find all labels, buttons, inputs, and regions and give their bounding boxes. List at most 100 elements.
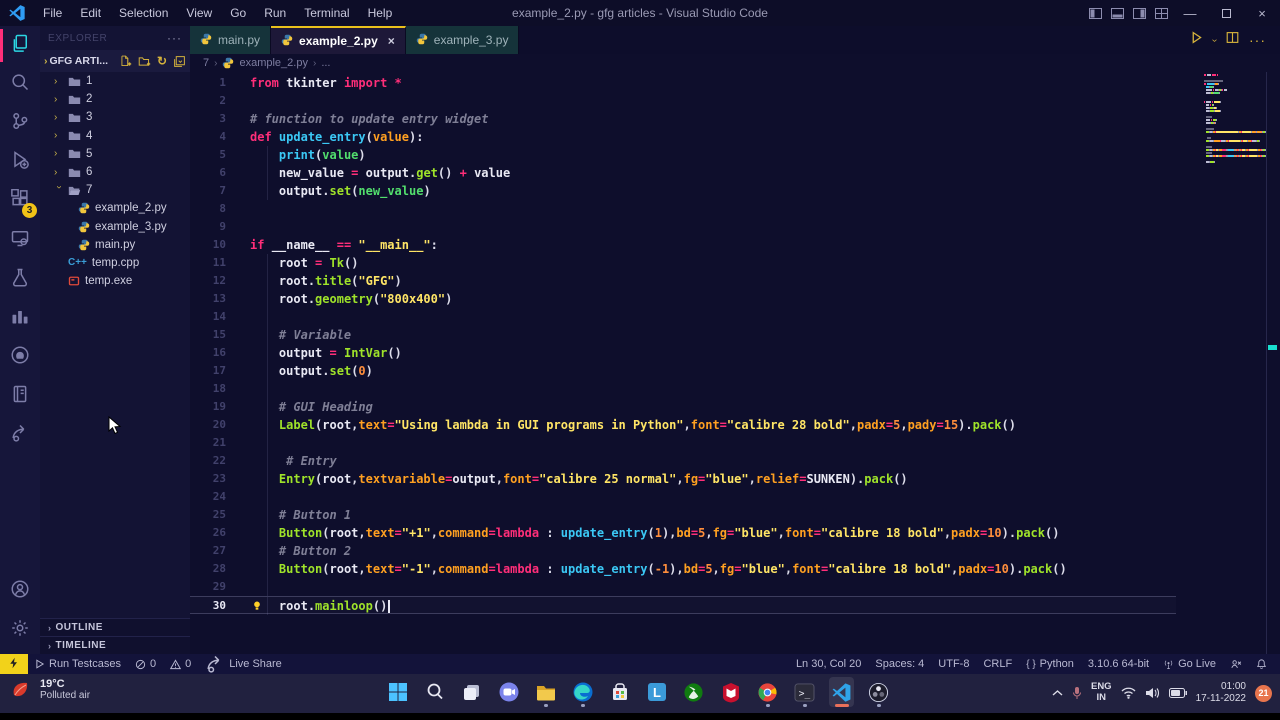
chevron-up-icon[interactable] <box>1052 689 1063 697</box>
tree-folder-5[interactable]: ›5 <box>40 145 190 163</box>
close-icon[interactable]: × <box>1244 0 1280 26</box>
code-editor[interactable]: 1from tkinter import *23# function to up… <box>190 72 1176 614</box>
taskbar-store[interactable] <box>607 677 632 707</box>
battery-icon[interactable] <box>1169 688 1187 698</box>
tree-folder-2[interactable]: ›2 <box>40 90 190 108</box>
taskbar-xbox[interactable] <box>681 677 706 707</box>
menu-help[interactable]: Help <box>359 0 402 26</box>
more-actions-icon[interactable]: ··· <box>1249 32 1266 48</box>
lightbulb-icon[interactable] <box>252 601 262 611</box>
menu-run[interactable]: Run <box>255 0 295 26</box>
taskbar-search[interactable] <box>422 677 447 707</box>
status-0[interactable]: 0 <box>163 654 198 674</box>
status-go-live[interactable]: Go Live <box>1156 654 1223 674</box>
activity-insights[interactable] <box>0 299 40 338</box>
taskbar-chrome[interactable] <box>755 677 780 707</box>
status-live-share[interactable]: Live Share <box>198 654 289 674</box>
refresh-icon[interactable]: ↻ <box>157 54 167 68</box>
tree-folder-3[interactable]: ›3 <box>40 108 190 126</box>
tree-folder-6[interactable]: ›6 <box>40 163 190 181</box>
status-python[interactable]: { }Python <box>1019 654 1081 674</box>
status-0[interactable]: 0 <box>128 654 163 674</box>
panel-outline[interactable]: ›OUTLINE <box>40 618 190 636</box>
taskbar-vscode[interactable] <box>829 677 854 707</box>
language-indicator[interactable]: ENG IN <box>1091 682 1112 704</box>
taskbar-mcafee[interactable] <box>718 677 743 707</box>
menu-selection[interactable]: Selection <box>110 0 177 26</box>
customize-layout-icon[interactable] <box>1150 0 1172 26</box>
clock[interactable]: 01:00 17-11-2022 <box>1196 681 1246 706</box>
status-person-x-icon[interactable] <box>1223 654 1249 674</box>
activity-settings[interactable] <box>0 611 40 650</box>
run-dropdown-icon[interactable]: › <box>1209 38 1220 41</box>
tree-file-example_2.py[interactable]: example_2.py <box>40 199 190 217</box>
minimize-icon[interactable]: — <box>1172 0 1208 26</box>
taskbar-file-explorer[interactable] <box>533 677 558 707</box>
workspace-section-header[interactable]: › GFG ARTI... ↻ <box>40 50 190 72</box>
panel-timeline[interactable]: ›TIMELINE <box>40 636 190 654</box>
breadcrumb-item[interactable]: 7 <box>203 57 209 69</box>
activity-source-control[interactable] <box>0 104 40 143</box>
sidebar-more-icon[interactable]: ··· <box>167 31 182 45</box>
menu-go[interactable]: Go <box>221 0 255 26</box>
breadcrumb[interactable]: 7›example_2.py›... <box>190 54 1280 72</box>
notification-badge[interactable]: 21 <box>1255 685 1272 702</box>
tab-example_3.py[interactable]: example_3.py <box>406 26 520 54</box>
close-tab-icon[interactable]: × <box>388 34 395 48</box>
taskbar-chat[interactable] <box>496 677 521 707</box>
activity-github[interactable] <box>0 338 40 377</box>
tab-main.py[interactable]: main.py <box>190 26 271 54</box>
tab-example_2.py[interactable]: example_2.py× <box>271 26 406 54</box>
menu-view[interactable]: View <box>177 0 221 26</box>
activity-live-share[interactable] <box>0 416 40 455</box>
toggle-secondary-sidebar-icon[interactable] <box>1128 0 1150 26</box>
status-ln-30-col-20[interactable]: Ln 30, Col 20 <box>789 654 868 674</box>
toggle-panel-icon[interactable] <box>1106 0 1128 26</box>
activity-remote-explorer[interactable] <box>0 221 40 260</box>
menu-terminal[interactable]: Terminal <box>295 0 358 26</box>
new-folder-icon[interactable] <box>138 55 151 68</box>
activity-run-and-debug[interactable] <box>0 143 40 182</box>
status-run-testcases[interactable]: Run Testcases <box>28 654 128 674</box>
tree-folder-1[interactable]: ›1 <box>40 72 190 90</box>
taskbar-obs[interactable] <box>866 677 891 707</box>
volume-icon[interactable] <box>1145 687 1160 699</box>
tree-file-example_3.py[interactable]: example_3.py <box>40 218 190 236</box>
collapse-all-icon[interactable] <box>173 55 186 68</box>
minimap[interactable] <box>1204 74 1266 164</box>
taskbar-linkedin[interactable]: L <box>644 677 669 707</box>
remote-indicator[interactable] <box>0 654 28 674</box>
status-3-10-6-64-bit[interactable]: 3.10.6 64-bit <box>1081 654 1156 674</box>
status-crlf[interactable]: CRLF <box>976 654 1019 674</box>
activity-accounts[interactable] <box>0 572 40 611</box>
activity-extensions[interactable]: 3 <box>0 182 40 221</box>
tree-file-main.py[interactable]: main.py <box>40 236 190 254</box>
maximize-icon[interactable] <box>1208 0 1244 26</box>
toggle-sidebar-icon[interactable] <box>1084 0 1106 26</box>
new-file-icon[interactable] <box>119 55 132 68</box>
breadcrumb-item[interactable]: example_2.py <box>239 57 308 69</box>
weather-widget[interactable]: 19°C Polluted air <box>10 678 90 701</box>
activity-testing[interactable] <box>0 260 40 299</box>
menu-file[interactable]: File <box>34 0 71 26</box>
microphone-icon[interactable] <box>1072 686 1082 700</box>
tree-folder-7[interactable]: ›7 <box>40 181 190 199</box>
breadcrumb-item[interactable]: ... <box>321 57 330 69</box>
menu-edit[interactable]: Edit <box>71 0 110 26</box>
status-bell-icon[interactable] <box>1249 654 1274 674</box>
overview-ruler[interactable] <box>1266 72 1280 654</box>
status-spaces-4[interactable]: Spaces: 4 <box>868 654 931 674</box>
tree-file-temp.exe[interactable]: temp.exe <box>40 272 190 290</box>
run-python-file-icon[interactable] <box>1190 31 1203 49</box>
taskbar-task-view[interactable] <box>459 677 484 707</box>
status-utf-8[interactable]: UTF-8 <box>931 654 976 674</box>
taskbar-start[interactable] <box>385 677 410 707</box>
split-editor-icon[interactable] <box>1226 31 1239 49</box>
activity-search[interactable] <box>0 65 40 104</box>
tree-file-temp.cpp[interactable]: C++temp.cpp <box>40 254 190 272</box>
taskbar-edge[interactable] <box>570 677 595 707</box>
taskbar-terminal[interactable]: >_ <box>792 677 817 707</box>
tree-folder-4[interactable]: ›4 <box>40 127 190 145</box>
activity-explorer[interactable] <box>0 26 40 65</box>
wifi-icon[interactable] <box>1121 687 1136 699</box>
